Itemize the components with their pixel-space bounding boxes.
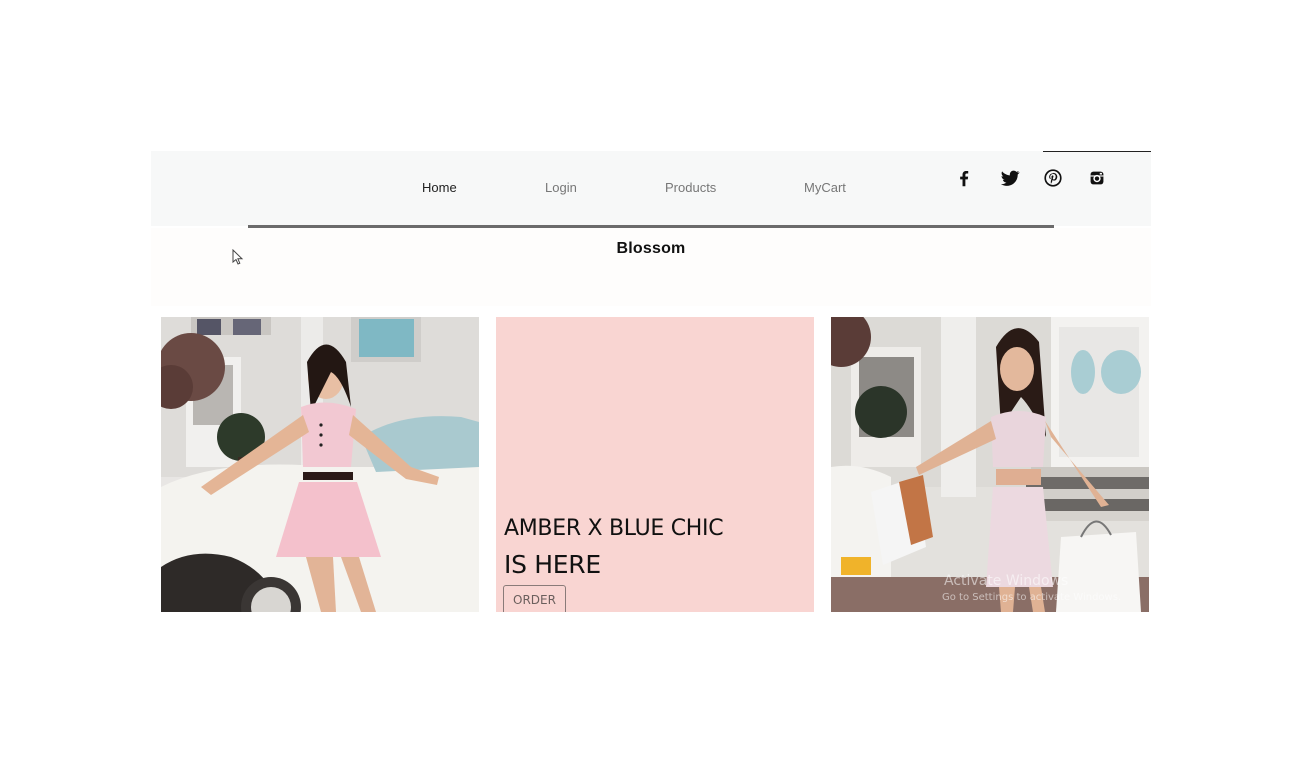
promo-headline: AMBER X BLUE CHIC	[504, 516, 724, 541]
order-button[interactable]: ORDER	[503, 585, 566, 612]
model-photo-tweed-set	[831, 317, 1149, 612]
mouse-cursor-icon	[232, 249, 244, 265]
model-photo-pink-skirt	[161, 317, 479, 612]
activate-windows-watermark: Activate Windows Go to Settings to activ…	[942, 573, 1121, 603]
page: Home Login Products MyCart Blossom AMBER…	[0, 0, 1302, 763]
nav-link-mycart[interactable]: MyCart	[804, 180, 846, 195]
facebook-icon[interactable]	[953, 167, 975, 189]
promo-card: AMBER X BLUE CHIC IS HERE ORDER	[496, 317, 814, 612]
nav-link-home[interactable]: Home	[422, 180, 457, 195]
watermark-subtitle: Go to Settings to activate Windows.	[942, 592, 1122, 603]
instagram-icon[interactable]	[1086, 167, 1108, 189]
nav-link-products[interactable]: Products	[665, 180, 716, 195]
nav-link-login[interactable]: Login	[545, 180, 577, 195]
navbar: Home Login Products MyCart	[151, 151, 1151, 226]
product-image-3[interactable]	[831, 317, 1149, 612]
navbar-accent-line	[1043, 151, 1151, 152]
brand-title: Blossom	[616, 240, 686, 257]
promo-subheadline: IS HERE	[504, 550, 601, 579]
twitter-icon[interactable]	[999, 167, 1021, 189]
product-image-1[interactable]	[161, 317, 479, 612]
watermark-title: Activate Windows	[944, 573, 1069, 589]
pinterest-icon[interactable]	[1042, 167, 1064, 189]
